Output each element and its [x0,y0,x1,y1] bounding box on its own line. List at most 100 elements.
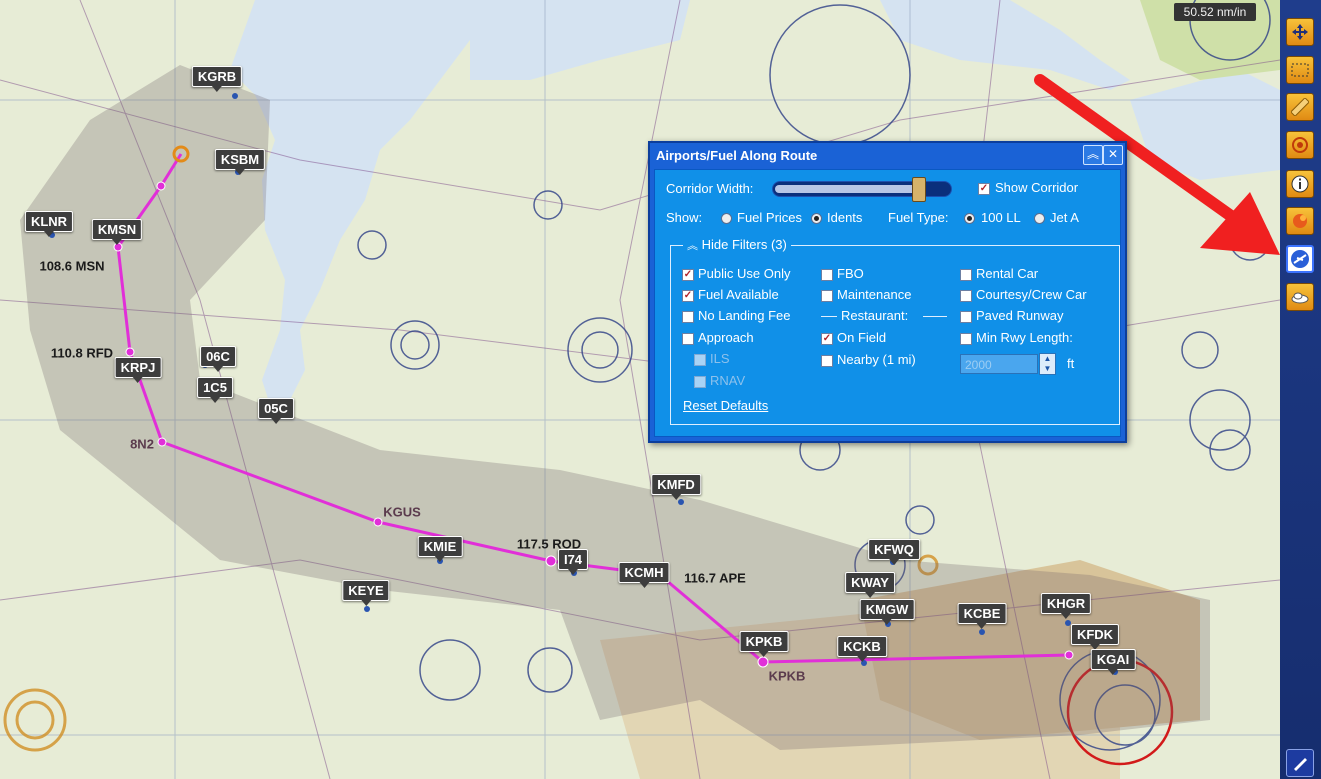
info-icon [1291,175,1309,193]
min-rwy-length-stepper[interactable]: ▲ ▼ [1039,353,1056,375]
hide-filters-label: Hide Filters (3) [701,237,787,252]
ruler-icon [1291,98,1309,116]
waypoint-flag[interactable]: KWAY [845,572,895,598]
chevron-up-icon: ︽ [1086,147,1099,161]
navaid-label: 110.8 RFD [50,345,114,361]
navaid-label: 116.7 APE [684,570,746,586]
rental-car-label: Rental Car [976,266,1039,281]
airports-along-route-tool-button[interactable] [1286,245,1314,273]
waypoint-flag[interactable]: KMIE [417,536,463,562]
min-rwy-length-input[interactable]: 2000 [960,354,1038,374]
waypoint-flag[interactable]: KSBM [214,149,266,175]
target-tool-button[interactable] [1286,131,1314,159]
map-scale-readout: 50.52 nm/in [1174,3,1256,21]
rnav-checkbox [694,376,706,388]
reset-defaults-link[interactable]: Reset Defaults [683,398,768,413]
navaid-label: 117.5 ROD [516,536,582,552]
waypoint-flag[interactable]: KMGW [859,599,915,625]
divider [923,316,947,317]
slider-thumb[interactable] [911,177,926,202]
route-point-label: KPKB [768,668,806,684]
divider [821,316,837,317]
rnav-label: RNAV [710,373,746,388]
min-rwy-length-label: Min Rwy Length: [976,330,1073,345]
edit-layer-button[interactable] [1286,749,1314,777]
public-use-only-checkbox[interactable]: ✓ [682,269,694,281]
weather-icon [1293,214,1307,228]
approach-checkbox[interactable] [682,333,694,345]
panel-body: Corridor Width: ✓ Show Corridor Show: Fu… [654,169,1121,437]
cloud-tool-button[interactable] [1286,283,1314,311]
waypoint-flag[interactable]: KHGR [1040,593,1092,619]
pan-tool-button[interactable] [1286,18,1314,46]
fuel-jeta-radio[interactable] [1034,213,1045,224]
min-rwy-length-checkbox[interactable] [960,333,972,345]
fbo-checkbox[interactable] [821,269,833,281]
close-panel-button[interactable]: ✕ [1103,145,1123,165]
info-tool-button[interactable] [1286,170,1314,198]
restaurant-on-field-checkbox[interactable]: ✓ [821,333,833,345]
fuel-prices-radio[interactable] [721,213,732,224]
airplane-route-icon [1291,250,1309,268]
waypoint-flag[interactable]: 1C5 [197,377,233,403]
rental-car-checkbox[interactable] [960,269,972,281]
maintenance-label: Maintenance [837,287,912,302]
waypoint-flag[interactable]: KFDK [1070,624,1120,650]
nearby-label: Nearby (1 mi) [837,352,916,367]
waypoint-flag[interactable]: KCBE [957,603,1007,629]
paved-runway-checkbox[interactable] [960,311,972,323]
waypoint-flag[interactable]: KEYE [342,580,390,606]
corridor-width-slider[interactable] [772,177,952,202]
panel-title: Airports/Fuel Along Route [656,148,818,163]
fuel-available-checkbox[interactable]: ✓ [682,290,694,302]
waypoint-flag[interactable]: KCMH [618,562,670,588]
waypoint-flag[interactable]: KGRB [191,66,243,92]
waypoint-flag[interactable]: KGAI [1090,649,1136,675]
cloud-icon [1291,292,1309,304]
fuel-100ll-radio[interactable] [964,213,975,224]
waypoint-flag[interactable]: KRPJ [114,357,162,383]
idents-radio[interactable] [811,213,822,224]
hide-filters-toggle[interactable]: ︽ Hide Filters (3) [683,237,791,253]
waypoint-flag[interactable]: I74 [557,549,589,575]
chevron-up-icon: ︽ [687,240,698,252]
collapse-panel-button[interactable]: ︽ [1083,145,1103,165]
paved-runway-label: Paved Runway [976,308,1064,323]
show-label: Show: [666,210,703,225]
fuel-100ll-label: 100 LL [981,210,1021,225]
no-landing-fee-checkbox[interactable] [682,311,694,323]
chevron-up-icon[interactable]: ▲ [1040,354,1055,364]
fbo-label: FBO [837,266,864,281]
ruler-tool-button[interactable] [1286,93,1314,121]
waypoint-flag[interactable]: KLNR [24,211,74,237]
maintenance-checkbox[interactable] [821,290,833,302]
fuel-prices-label: Fuel Prices [737,210,803,225]
chevron-down-icon[interactable]: ▼ [1040,364,1055,374]
fuel-jeta-label: Jet A [1050,210,1079,225]
waypoint-flag[interactable]: KFWQ [868,539,920,565]
close-icon: ✕ [1107,147,1119,161]
dashed-rectangle-icon [1291,63,1309,77]
waypoint-flag[interactable]: 05C [258,398,294,424]
target-icon [1292,137,1308,153]
waypoint-flag[interactable]: KCKB [837,636,887,662]
filters-group: ︽ Hide Filters (3) ✓ Public Use Only ✓ F… [670,237,1120,425]
waypoint-flag[interactable]: KPKB [739,631,789,657]
restaurant-label: Restaurant: [841,308,909,323]
slider-fill [775,185,918,193]
waypoint-flag[interactable]: KMSN [91,219,143,245]
public-use-only-label: Public Use Only [698,266,791,281]
route-point-label: 8N2 [130,436,154,452]
show-corridor-checkbox[interactable]: ✓ [978,183,990,195]
waypoint-flag[interactable]: KMFD [651,474,701,500]
map-toolbar [1280,0,1321,779]
courtesy-car-checkbox[interactable] [960,290,972,302]
fuel-available-label: Fuel Available [698,287,779,302]
select-area-tool-button[interactable] [1286,56,1314,84]
waypoint-flag[interactable]: 06C [200,346,236,372]
ils-label: ILS [710,351,730,366]
pencil-icon [1294,758,1307,771]
weather-tool-button[interactable] [1286,207,1314,235]
restaurant-nearby-checkbox[interactable] [821,355,833,367]
corridor-width-label: Corridor Width: [666,181,754,196]
